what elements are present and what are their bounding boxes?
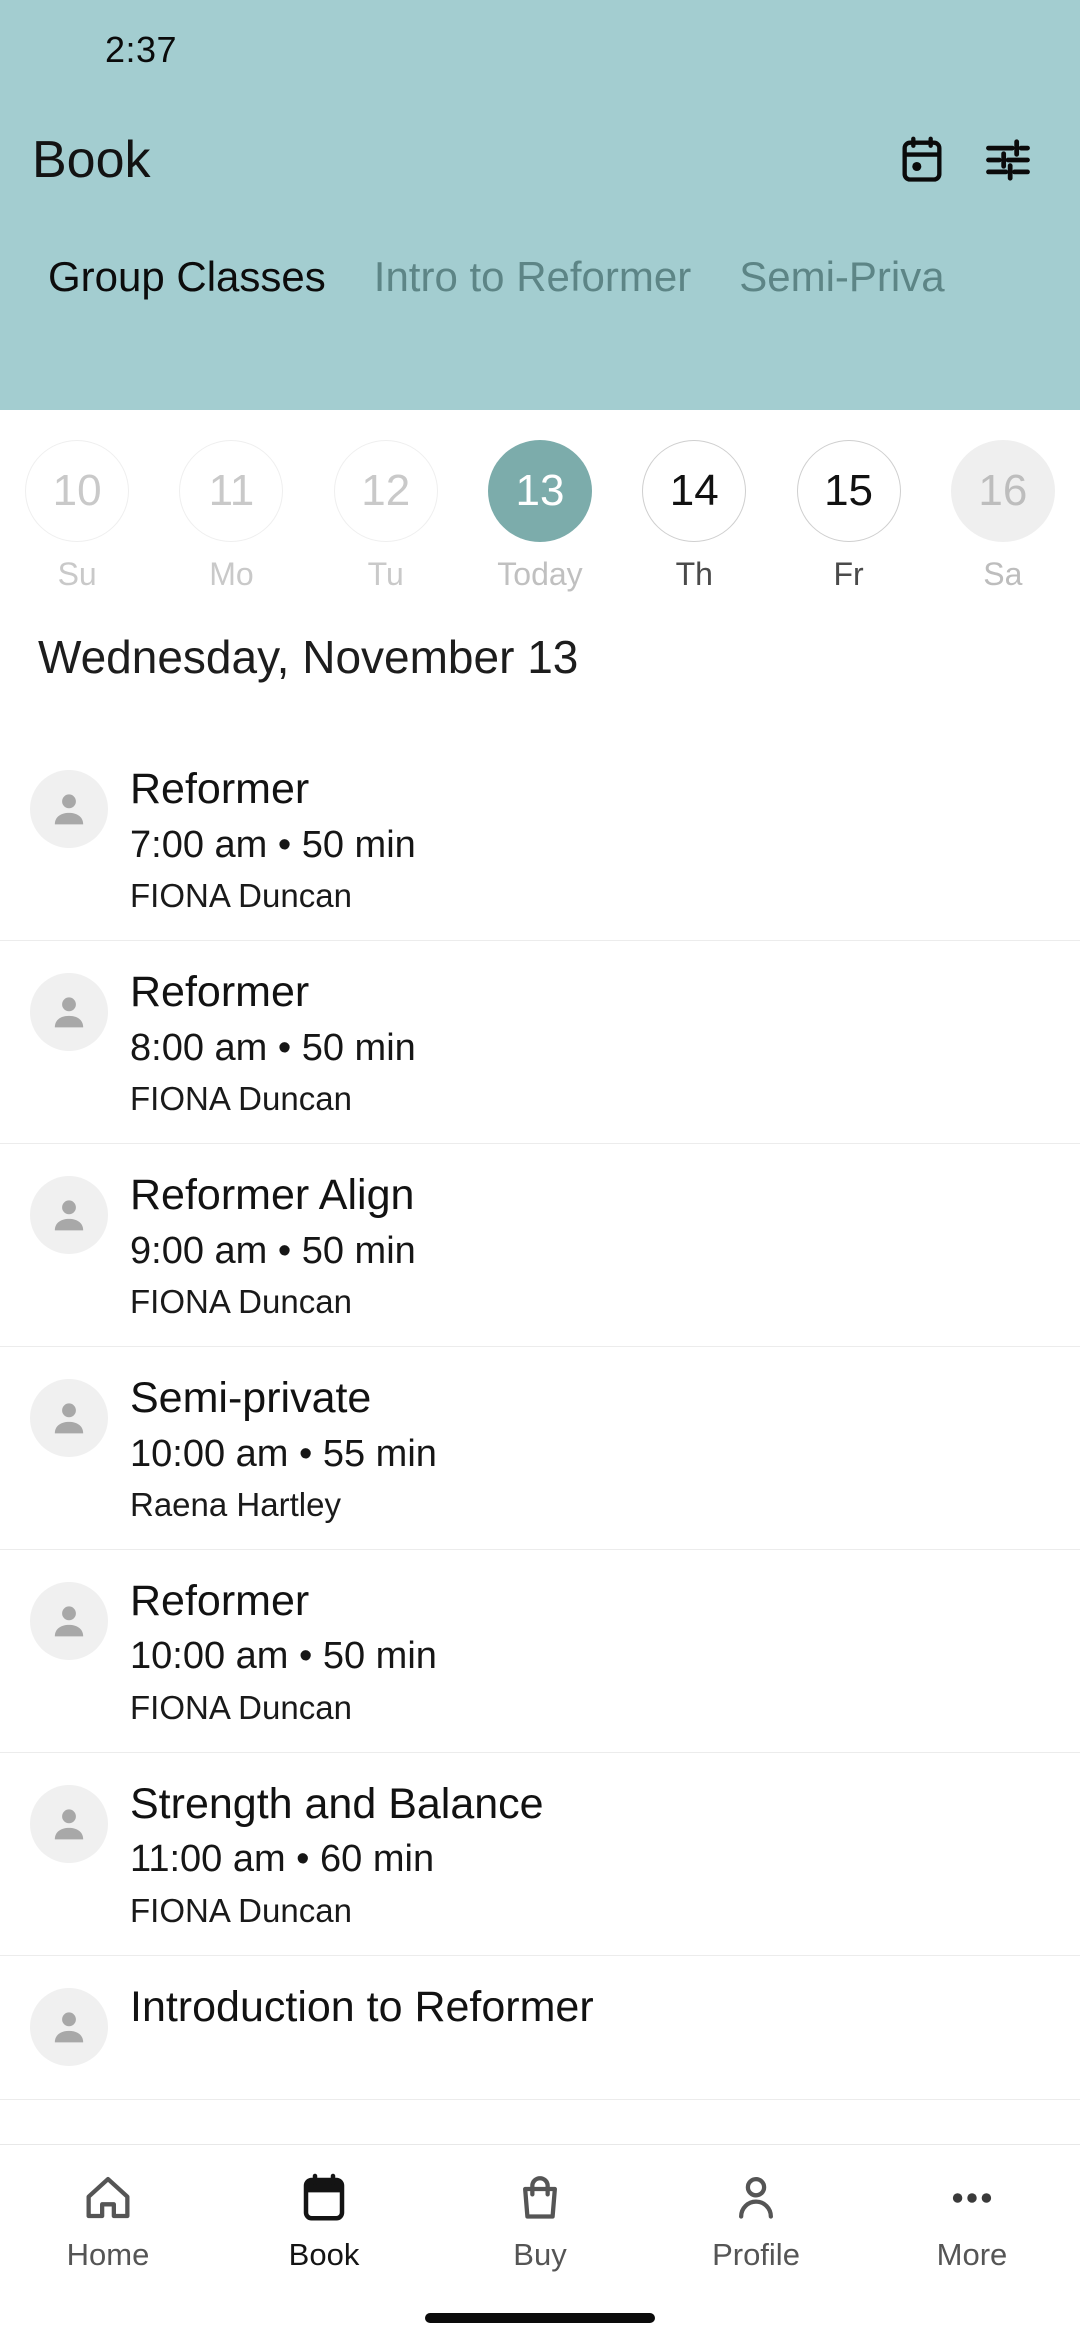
date-weekday-label: Mo [209,556,254,592]
date-circle[interactable]: 10 [25,440,130,542]
date-cell-11[interactable]: 11 Mo [154,440,308,590]
class-instructor: FIONA Duncan [130,1689,352,1727]
nav-label: Book [288,2237,360,2272]
avatar [30,770,108,848]
tab-intro-to-reformer[interactable]: Intro to Reformer [350,256,715,340]
class-time: 10:00 am • 55 min [130,1432,437,1475]
calendar-icon[interactable] [892,130,952,190]
table-row[interactable]: Reformer 7:00 am • 50 min FIONA Duncan [0,738,1080,941]
date-weekday-label: Su [57,556,97,592]
status-time: 2:37 [105,29,178,70]
date-weekday-label: Sa [983,556,1023,592]
bag-icon [513,2167,567,2229]
table-row[interactable]: Reformer 8:00 am • 50 min FIONA Duncan [0,941,1080,1144]
class-title: Strength and Balance [130,1779,544,1828]
status-bar: 2:37 [0,0,1080,100]
class-time: 10:00 am • 50 min [130,1635,437,1678]
date-weekday-label: Fr [833,556,864,592]
class-instructor: FIONA Duncan [130,1283,352,1321]
nav-item-home[interactable]: Home [0,2167,216,2270]
date-cell-15[interactable]: 15 Fr [771,440,925,590]
table-row[interactable]: Reformer Align 9:00 am • 50 min FIONA Du… [0,1144,1080,1347]
date-circle[interactable]: 12 [333,440,438,542]
class-time: 7:00 am • 50 min [130,823,416,866]
class-title: Reformer [130,967,310,1016]
home-icon [81,2167,135,2229]
date-cell-14[interactable]: 14 Th [617,440,771,590]
nav-item-profile[interactable]: Profile [648,2167,864,2270]
tab-semi-private[interactable]: Semi-Priva [715,256,968,340]
date-circle[interactable]: 14 [642,440,747,542]
class-instructor: FIONA Duncan [130,1080,352,1118]
date-circle[interactable]: 15 [796,440,901,542]
date-circle[interactable]: 11 [179,440,284,542]
class-time: 9:00 am • 50 min [130,1229,416,1272]
class-instructor: Raena Hartley [130,1486,341,1524]
class-info: Semi-private 10:00 am • 55 min Raena Har… [130,1373,437,1525]
avatar [30,1784,108,1863]
date-weekday-label: Tu [367,556,404,592]
nav-label: Home [66,2237,150,2272]
selected-date-heading: Wednesday, November 13 [38,631,579,683]
class-title: Introduction to Reformer [130,1982,594,2031]
class-title: Reformer [130,1576,310,1625]
class-title: Reformer [130,765,310,813]
class-time: 8:00 am • 50 min [130,1026,416,1069]
date-circle[interactable]: 16 [950,440,1055,542]
class-instructor: FIONA Duncan [130,877,352,915]
nav-label: Profile [712,2237,800,2272]
avatar [30,1987,108,2066]
class-instructor: FIONA Duncan [130,1891,352,1929]
date-strip[interactable]: 10 Su 11 Mo 12 Tu 13 Today 14 Th 15 Fr 1… [0,410,1080,590]
date-cell-12[interactable]: 12 Tu [309,440,463,590]
date-weekday-label: Th [675,556,713,592]
nav-item-more[interactable]: More [864,2167,1080,2270]
ellipsis-icon [945,2167,999,2229]
table-row[interactable]: Reformer 10:00 am • 50 min FIONA Duncan [0,1550,1080,1753]
app-bar: Book [0,100,1080,220]
person-icon [729,2167,783,2229]
app-bar-actions [892,130,1038,190]
class-info: Reformer Align 9:00 am • 50 min FIONA Du… [130,1170,416,1322]
app-header: 2:37 Book Group Classes Intro to Reforme… [0,0,1080,410]
tab-group-classes[interactable]: Group Classes [24,256,350,340]
nav-label: More [936,2237,1008,2272]
avatar [30,1175,108,1254]
bottom-navigation[interactable]: Home Book Buy Profile More [0,2144,1080,2340]
avatar [30,1378,108,1457]
table-row[interactable]: Semi-private 10:00 am • 55 min Raena Har… [0,1347,1080,1550]
nav-item-book[interactable]: Book [216,2167,432,2270]
home-indicator [0,2296,1080,2340]
avatar [30,1581,108,1660]
nav-label: Buy [513,2237,567,2272]
calendar-icon [297,2167,351,2229]
filter-sliders-icon[interactable] [978,130,1038,190]
class-time: 11:00 am • 60 min [130,1838,435,1881]
class-info: Reformer 8:00 am • 50 min FIONA Duncan [130,967,416,1119]
class-title: Semi-private [130,1373,372,1422]
table-row[interactable]: Introduction to Reformer [0,1956,1080,2100]
category-tabs[interactable]: Group Classes Intro to Reformer Semi-Pri… [0,220,1080,340]
date-weekday-label: Today [497,556,583,592]
page-title: Book [32,131,151,189]
class-info: Reformer 7:00 am • 50 min FIONA Duncan [130,764,416,916]
date-cell-13-today[interactable]: 13 Today [463,440,617,590]
class-list[interactable]: Reformer 7:00 am • 50 min FIONA Duncan R… [0,738,1080,2144]
date-cell-10[interactable]: 10 Su [0,440,154,590]
bottom-nav-items: Home Book Buy Profile More [0,2145,1080,2296]
class-info: Introduction to Reformer [130,1982,594,2041]
date-circle-selected[interactable]: 13 [487,440,592,542]
date-cell-16[interactable]: 16 Sa [926,440,1080,590]
class-info: Reformer 10:00 am • 50 min FIONA Duncan [130,1576,437,1728]
nav-item-buy[interactable]: Buy [432,2167,648,2270]
avatar [30,972,108,1051]
table-row[interactable]: Strength and Balance 11:00 am • 60 min F… [0,1753,1080,1956]
class-info: Strength and Balance 11:00 am • 60 min F… [130,1779,544,1931]
class-title: Reformer Align [130,1170,415,1219]
home-indicator-bar[interactable] [425,2313,655,2323]
